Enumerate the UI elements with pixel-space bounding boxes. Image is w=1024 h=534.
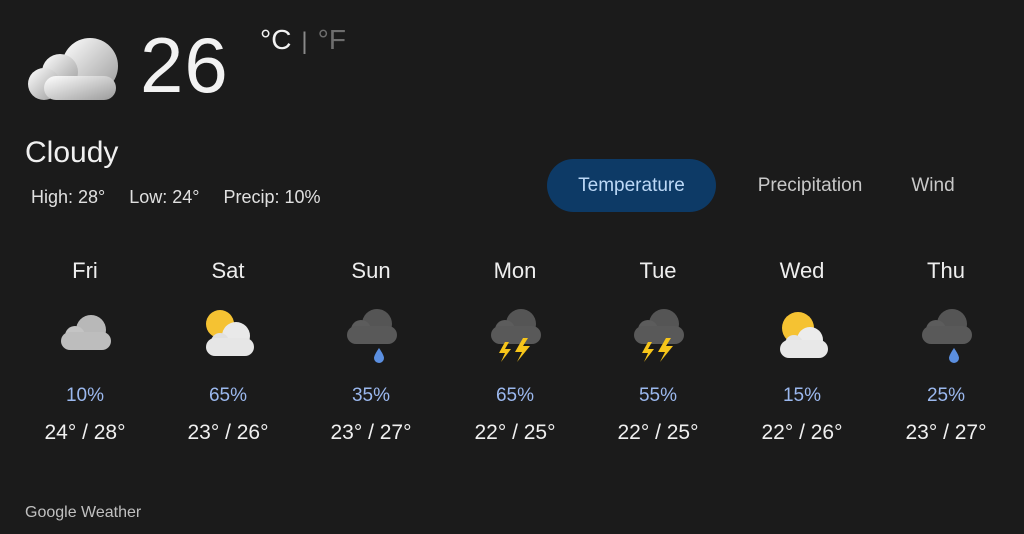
forecast-day[interactable]: Tue 55% 22° / 25°	[598, 250, 718, 444]
day-name: Tue	[639, 258, 677, 283]
weather-card: 26 °C | °F Cloudy High: 28° Low: 24° Precip:…	[0, 0, 1024, 534]
partly-cloudy-icon	[206, 310, 254, 356]
attribution[interactable]: Google Weather	[25, 504, 141, 522]
day-temp-range: 22° / 26°	[761, 421, 843, 444]
tab-precipitation[interactable]: Precipitation	[735, 159, 885, 212]
unit-separator: |	[301, 28, 308, 55]
day-name: Sat	[211, 258, 245, 283]
day-name: Wed	[779, 258, 825, 283]
forecast-day[interactable]: Wed 15% 22° / 26°	[742, 250, 862, 444]
day-temp-range: 23° / 27°	[330, 421, 412, 444]
celsius-toggle[interactable]: °C	[260, 24, 291, 55]
forecast-day[interactable]: Sat 65% 23° / 26°	[168, 250, 288, 444]
day-temp-range: 23° / 26°	[187, 421, 269, 444]
day-precip: 65%	[495, 385, 535, 406]
unit-toggle: °C | °F	[260, 26, 346, 54]
day-precip: 15%	[782, 385, 822, 406]
current-condition: Cloudy	[25, 136, 119, 169]
low-temp: Low: 24°	[129, 187, 200, 207]
fahrenheit-toggle[interactable]: °F	[318, 24, 346, 55]
forecast-day[interactable]: Sun 35% 23° / 27°	[311, 250, 431, 444]
thunderstorm-icon	[634, 309, 684, 362]
forecast-day[interactable]: Mon 65% 22° / 25°	[455, 250, 575, 444]
tab-temperature[interactable]: Temperature	[547, 159, 716, 212]
day-precip: 35%	[351, 385, 391, 406]
precip-chance: Precip: 10%	[223, 187, 321, 207]
cloudy-icon	[61, 315, 111, 350]
day-temp-range: 23° / 27°	[905, 421, 987, 444]
day-precip: 10%	[65, 385, 105, 406]
day-name: Thu	[927, 258, 965, 283]
day-name: Sun	[351, 258, 391, 283]
day-precip: 55%	[638, 385, 678, 406]
rain-icon	[922, 309, 972, 363]
high-temp: High: 28°	[31, 187, 106, 207]
day-precip: 25%	[926, 385, 966, 406]
thunderstorm-icon	[491, 309, 541, 362]
partly-cloudy-icon	[780, 312, 828, 358]
day-precip: 65%	[208, 385, 248, 406]
rain-icon	[347, 309, 397, 363]
cloudy-icon	[28, 38, 118, 100]
day-temp-range: 24° / 28°	[44, 421, 126, 444]
current-stats: High: 28° Low: 24° Precip: 10%	[31, 188, 345, 206]
day-temp-range: 22° / 25°	[474, 421, 556, 444]
day-temp-range: 22° / 25°	[617, 421, 699, 444]
tab-wind[interactable]: Wind	[907, 159, 959, 212]
day-name: Fri	[72, 258, 98, 283]
forecast-day[interactable]: Thu 25% 23° / 27°	[886, 250, 1006, 444]
forecast-day[interactable]: Fri 10% 24° / 28°	[25, 250, 145, 444]
current-temperature: 26	[140, 21, 229, 109]
day-name: Mon	[493, 258, 537, 283]
